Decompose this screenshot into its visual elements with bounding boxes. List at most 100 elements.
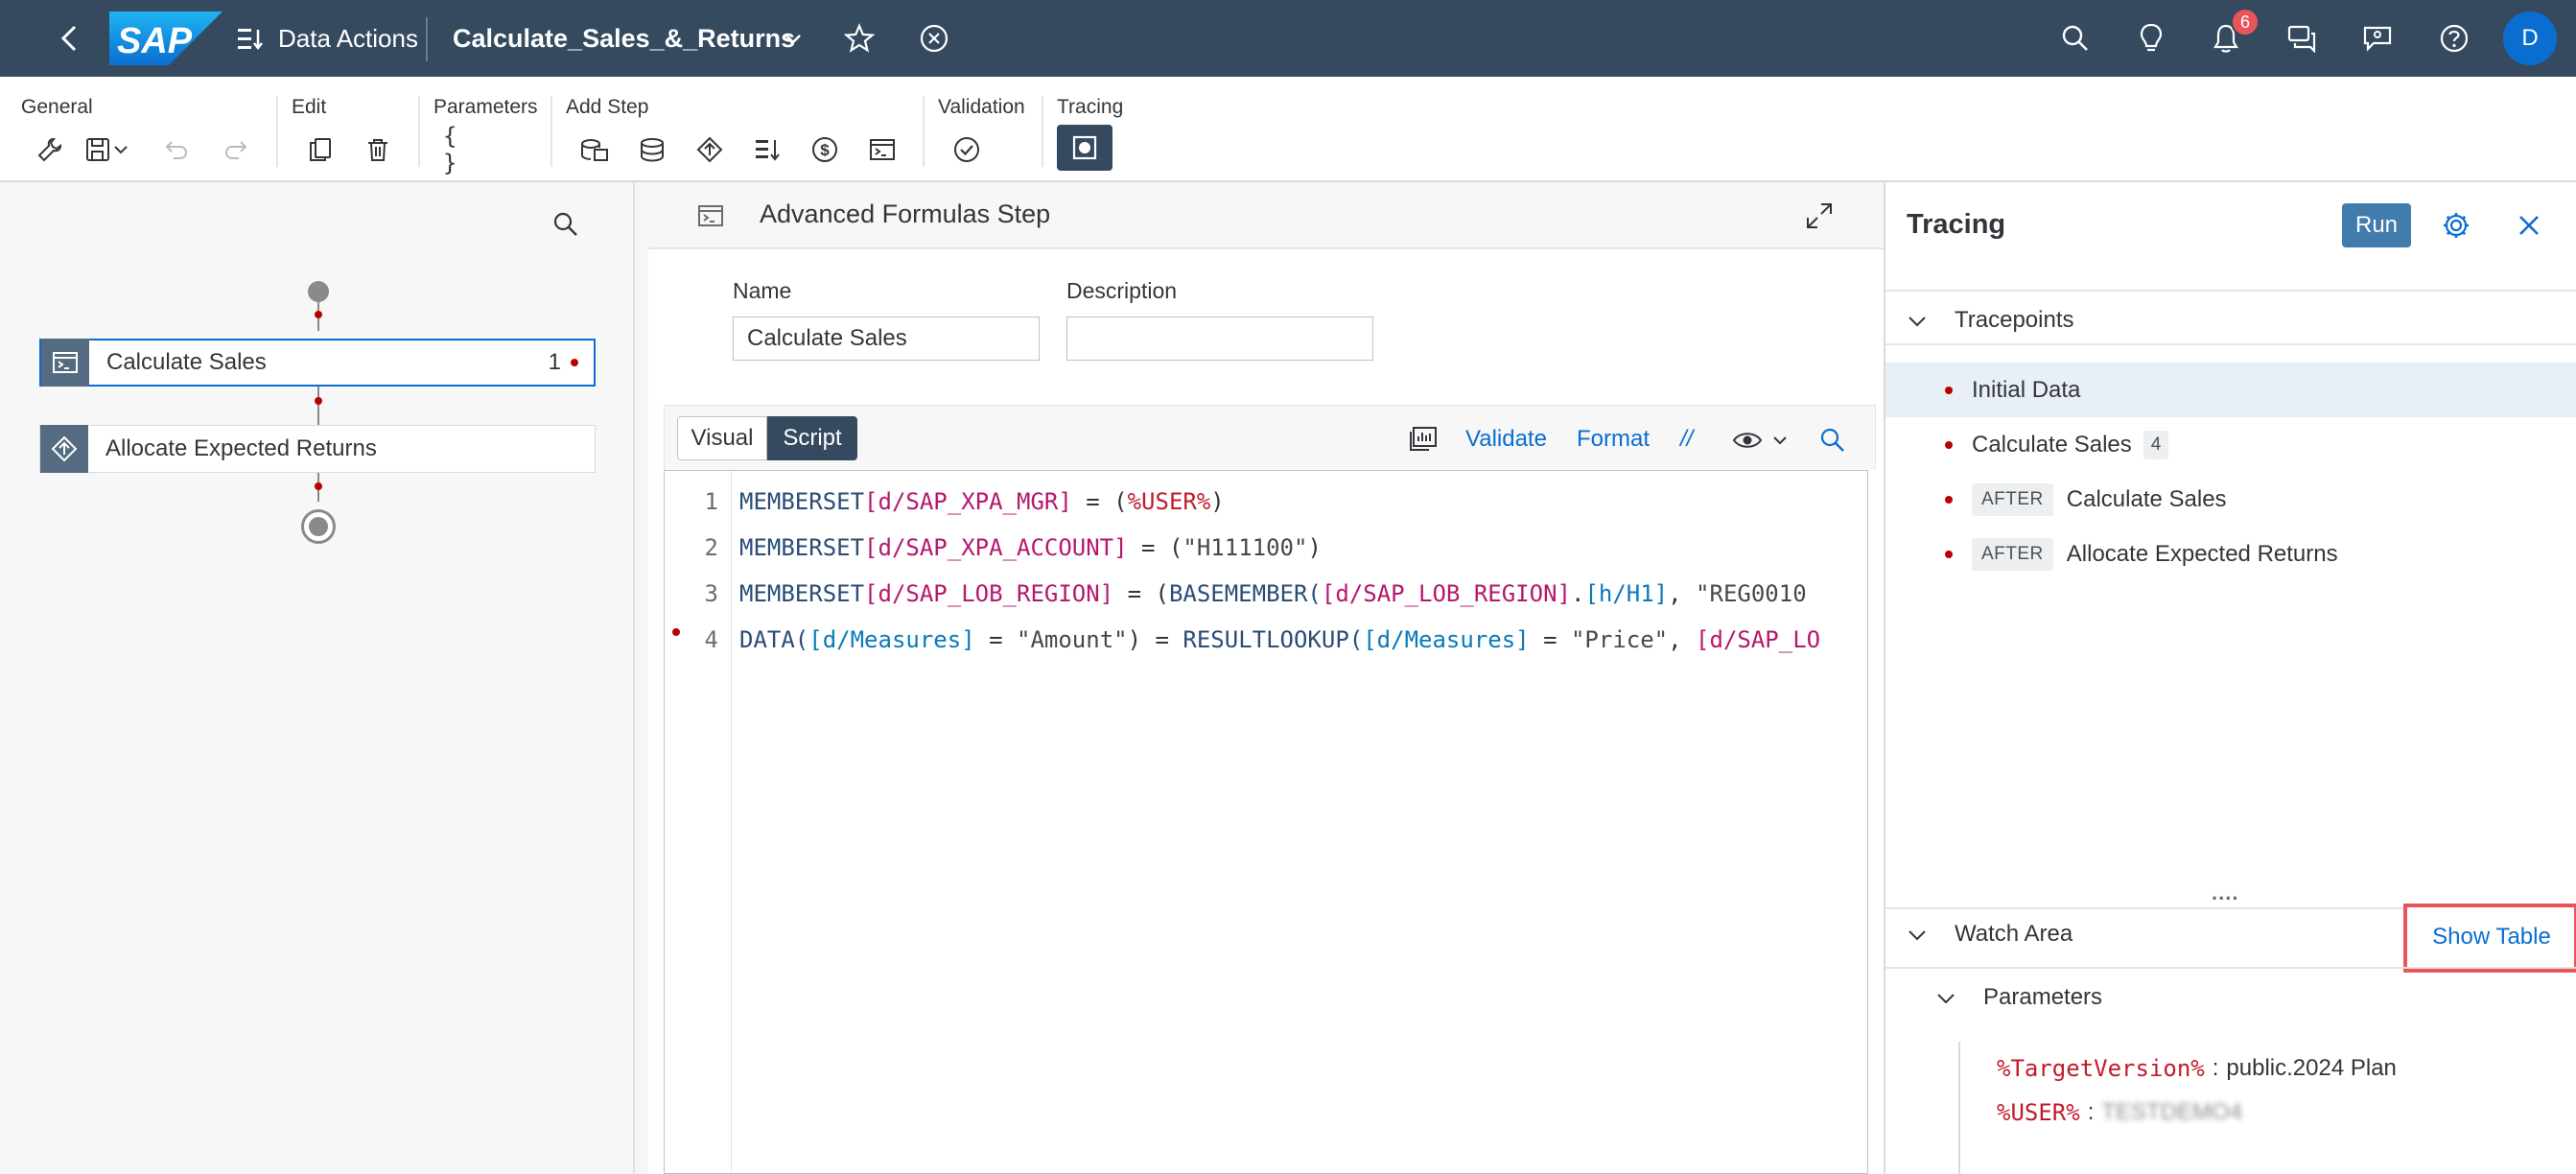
settings-gear-icon[interactable] [2438, 207, 2474, 244]
add-copy-step-icon[interactable] [575, 130, 614, 169]
parameters-braces-icon[interactable]: { } [443, 123, 481, 176]
toolbar-separator [550, 96, 552, 167]
chevron-down-icon[interactable] [1932, 984, 1960, 1013]
shell-bar: SAP Data Actions Calculate_Sales_&_Retur… [0, 0, 2576, 77]
search-icon[interactable] [2058, 21, 2093, 56]
search-icon[interactable] [549, 207, 583, 242]
splitter-handle[interactable]: .... [2212, 880, 2238, 905]
tracepoint-dot [1945, 440, 1953, 449]
add-data-step-icon[interactable] [633, 130, 671, 169]
tracepoint-dot [1945, 495, 1953, 504]
parameter-row: %TargetVersion% : public.2024 Plan [1997, 1055, 2397, 1082]
lightbulb-icon[interactable] [2134, 21, 2168, 56]
view-options-icon[interactable] [1732, 424, 1799, 457]
favorite-star-icon[interactable] [841, 20, 878, 57]
tracepoint-item[interactable]: Calculate Sales 4 [1885, 417, 2576, 472]
tracing-toggle-button[interactable] [1057, 125, 1112, 171]
parameter-value-blurred: TESTDEMO4 [2101, 1099, 2243, 1125]
add-currency-step-icon[interactable]: $ [806, 130, 844, 169]
flow-tracepoint-dot[interactable] [315, 311, 322, 318]
flow-node-calculate-sales[interactable]: Calculate Sales 1 [39, 339, 596, 387]
chat-icon[interactable] [2284, 21, 2319, 56]
tracepoint-label: Allocate Expected Returns [2066, 540, 2338, 567]
flow-tracepoint-dot[interactable] [315, 482, 322, 490]
search-icon[interactable] [1816, 424, 1849, 457]
tracepoint-item[interactable]: AFTER Allocate Expected Returns [1885, 527, 2576, 581]
undo-icon[interactable] [157, 130, 196, 169]
code-line[interactable]: 4 DATA([d/Measures] = "Amount") = RESULTL… [665, 617, 1821, 663]
group-label-parameters: Parameters [433, 96, 538, 118]
copy-icon[interactable] [301, 130, 340, 169]
tracing-title: Tracing [1907, 209, 2006, 240]
step-header-title: Advanced Formulas Step [760, 200, 1051, 228]
insert-function-icon[interactable] [1406, 422, 1440, 457]
tab-script[interactable]: Script [767, 416, 857, 460]
parameters-header[interactable]: Parameters [1983, 984, 2102, 1011]
tracepoint-item[interactable]: Initial Data [1885, 363, 2576, 417]
tracepoint-label: Initial Data [1972, 376, 2081, 403]
chevron-down-icon[interactable] [781, 27, 806, 52]
name-input[interactable] [733, 317, 1040, 361]
tracing-panel: Tracing Run Tracepoints Initial Data Cal… [1884, 182, 2576, 1174]
after-badge: AFTER [1972, 537, 2053, 571]
expand-icon[interactable] [1803, 200, 1836, 232]
parameter-name: %USER% [1997, 1099, 2080, 1126]
app-label[interactable]: Data Actions [278, 21, 418, 56]
description-input[interactable] [1066, 317, 1373, 361]
tracepoint-dot [1945, 386, 1953, 394]
tab-visual[interactable]: Visual [677, 416, 767, 460]
after-badge: AFTER [1972, 482, 2053, 516]
name-field-label: Name [733, 278, 792, 303]
script-editor[interactable]: 1 MEMBERSET [d/SAP_XPA_MGR] = (%USER%) 2M… [664, 470, 1868, 1174]
tracepoint-item[interactable]: AFTER Calculate Sales [1885, 472, 2576, 527]
flow-tracepoint-dot[interactable] [315, 397, 322, 405]
watch-area-header[interactable]: Watch Area [1955, 921, 2073, 948]
parameter-row: %USER% : TESTDEMO4 [1997, 1099, 2242, 1126]
feedback-icon[interactable] [2360, 21, 2395, 56]
step-editor: Advanced Formulas Step Name Description … [648, 182, 1884, 1174]
validate-check-icon[interactable] [948, 130, 986, 169]
toolbar-separator [1042, 96, 1043, 167]
format-button[interactable]: Format [1577, 426, 1650, 453]
save-icon[interactable] [81, 130, 138, 169]
add-sort-step-icon[interactable] [748, 130, 786, 169]
help-icon[interactable] [2437, 21, 2471, 56]
run-button[interactable]: Run [2342, 203, 2411, 247]
parameter-name: %TargetVersion% [1997, 1055, 2205, 1082]
add-formula-step-icon[interactable] [863, 130, 902, 169]
back-icon[interactable] [50, 19, 88, 58]
page-title[interactable]: Calculate_Sales_&_Returns [453, 21, 795, 56]
code-line[interactable]: 1 MEMBERSET [d/SAP_XPA_MGR] = (%USER%) [665, 479, 1225, 525]
cancel-circle-icon[interactable] [916, 20, 952, 57]
tracepoints-header[interactable]: Tracepoints [1955, 307, 2074, 334]
allocation-step-icon [40, 425, 88, 473]
line-number: 1 [704, 488, 718, 515]
tracepoint-label: Calculate Sales [2066, 485, 2227, 512]
sap-logo[interactable]: SAP [109, 12, 222, 65]
comment-toggle-button[interactable]: // [1680, 426, 1693, 453]
redo-icon[interactable] [217, 130, 255, 169]
tracepoint-dot [571, 359, 578, 366]
chevron-down-icon[interactable] [1903, 307, 1932, 336]
flow-node-allocate-expected-returns[interactable]: Allocate Expected Returns [39, 425, 596, 473]
tracepoint-label: Calculate Sales [1972, 431, 2132, 458]
delete-icon[interactable] [359, 130, 397, 169]
show-table-button[interactable]: Show Table [2413, 911, 2570, 963]
notification-badge: 6 [2231, 8, 2260, 36]
validate-button[interactable]: Validate [1465, 426, 1547, 453]
add-allocation-step-icon[interactable] [691, 130, 729, 169]
flow-node-label: Allocate Expected Returns [105, 435, 377, 461]
chevron-down-icon[interactable] [1903, 921, 1932, 950]
line-number: 2 [704, 534, 718, 561]
wrench-icon[interactable] [31, 130, 69, 169]
flow-node-label: Calculate Sales [106, 349, 267, 375]
avatar[interactable]: D [2503, 12, 2557, 65]
close-icon[interactable] [2513, 209, 2545, 242]
svg-text:$: $ [820, 141, 830, 159]
flow-start-node [308, 281, 329, 302]
code-line[interactable]: 2 MEMBERSET [d/SAP_XPA_ACCOUNT] = ("H1111… [665, 525, 1322, 571]
data-actions-icon [234, 23, 267, 56]
svg-text:SAP: SAP [117, 21, 193, 61]
code-line[interactable]: 3 MEMBERSET [d/SAP_LOB_REGION] = (BASEMEM… [665, 571, 1807, 617]
group-label-edit: Edit [292, 96, 327, 118]
